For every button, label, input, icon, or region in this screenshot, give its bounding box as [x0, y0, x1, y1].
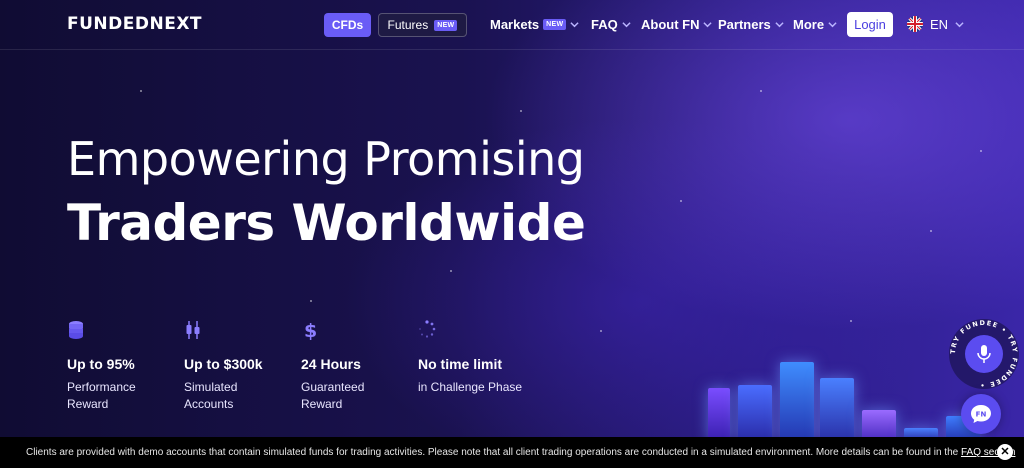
- stat-value: No time limit: [418, 356, 503, 372]
- nav-about[interactable]: About FN: [641, 17, 713, 32]
- futures-new-badge: NEW: [434, 19, 458, 31]
- stat-value: Up to 95%: [67, 356, 135, 372]
- stat-desc-line1: Guaranteed: [301, 380, 365, 394]
- dollar-icon: $: [304, 320, 317, 340]
- stat-value: Up to $300k: [184, 356, 263, 372]
- notice-body: Clients are provided with demo accounts …: [26, 447, 961, 458]
- chevron-down-icon: [570, 22, 579, 28]
- nav-partners[interactable]: Partners: [718, 17, 784, 32]
- stat-desc-line1: in Challenge Phase: [418, 380, 523, 394]
- stat-description: Performance Reward: [67, 379, 136, 412]
- loading-clock-icon: [419, 320, 436, 338]
- stat-desc-line2: Accounts: [184, 396, 234, 411]
- deco-bar: [738, 385, 772, 440]
- try-fundee-badge[interactable]: TRY FUNDEE • TRY FUNDEE •: [948, 318, 1020, 390]
- nav-markets[interactable]: Markets NEW: [490, 17, 579, 32]
- chat-label: FN: [976, 411, 987, 419]
- nav-more[interactable]: More: [793, 17, 837, 32]
- top-navigation: FUNDEDNEXT CFDs Futures NEW Markets NEW …: [0, 0, 1024, 50]
- chevron-down-icon: [703, 22, 713, 28]
- notice-text: Clients are provided with demo accounts …: [26, 447, 1015, 458]
- stat-no-time-limit: No time limit in Challenge Phase: [418, 320, 528, 394]
- chevron-down-icon: [775, 22, 784, 28]
- chevron-down-icon: [955, 21, 964, 27]
- cfds-tab[interactable]: CFDs: [324, 13, 371, 37]
- stat-desc-line2: Reward: [301, 396, 343, 411]
- cfds-label: CFDs: [331, 18, 364, 32]
- futures-tab[interactable]: Futures NEW: [378, 13, 467, 37]
- futures-label: Futures: [387, 18, 429, 32]
- chat-bubble-icon: FN: [971, 405, 991, 423]
- stat-description: in Challenge Phase: [418, 379, 522, 396]
- demo-account-notice: Clients are provided with demo accounts …: [0, 437, 1024, 468]
- partners-label: Partners: [718, 17, 771, 32]
- deco-bar: [708, 388, 730, 440]
- stat-desc-line2: Reward: [67, 396, 109, 411]
- about-label: About FN: [641, 17, 700, 32]
- markets-new-badge: NEW: [543, 19, 567, 30]
- markets-label: Markets: [490, 17, 540, 32]
- chevron-down-icon: [622, 22, 631, 28]
- chat-button[interactable]: FN: [961, 394, 1001, 434]
- faq-label: FAQ: [591, 17, 618, 32]
- coins-stack-icon: [69, 321, 83, 339]
- stat-description: Guaranteed Reward: [301, 379, 364, 412]
- candlestick-icon: [186, 321, 200, 339]
- more-label: More: [793, 17, 825, 32]
- nav-faq[interactable]: FAQ: [591, 17, 631, 32]
- language-selector[interactable]: EN: [907, 16, 964, 32]
- svg-text:$: $: [304, 320, 317, 340]
- fundednext-logo[interactable]: FUNDEDNEXT: [67, 14, 202, 34]
- deco-bar: [862, 410, 896, 440]
- stat-description: Simulated Accounts: [184, 379, 237, 412]
- deco-bar: [820, 378, 854, 440]
- stat-desc-line1: Simulated: [184, 380, 238, 394]
- stat-guaranteed-reward: $ 24 Hours Guaranteed Reward: [301, 320, 411, 411]
- language-label: EN: [930, 16, 949, 32]
- uk-flag-icon: [907, 16, 923, 32]
- stat-performance-reward: Up to 95% Performance Reward: [67, 320, 177, 411]
- stat-value: 24 Hours: [301, 356, 361, 372]
- hero-heading-line1: Empowering Promising: [67, 132, 585, 186]
- stat-desc-line1: Performance: [67, 380, 136, 394]
- deco-bar: [780, 362, 814, 440]
- hero-section: FUNDEDNEXT CFDs Futures NEW Markets NEW …: [0, 0, 1024, 468]
- chevron-down-icon: [828, 22, 837, 28]
- login-button[interactable]: Login: [847, 12, 893, 37]
- stat-simulated-accounts: Up to $300k Simulated Accounts: [184, 320, 294, 411]
- close-icon[interactable]: ✕: [997, 444, 1013, 460]
- hero-heading-line2: Traders Worldwide: [67, 194, 586, 252]
